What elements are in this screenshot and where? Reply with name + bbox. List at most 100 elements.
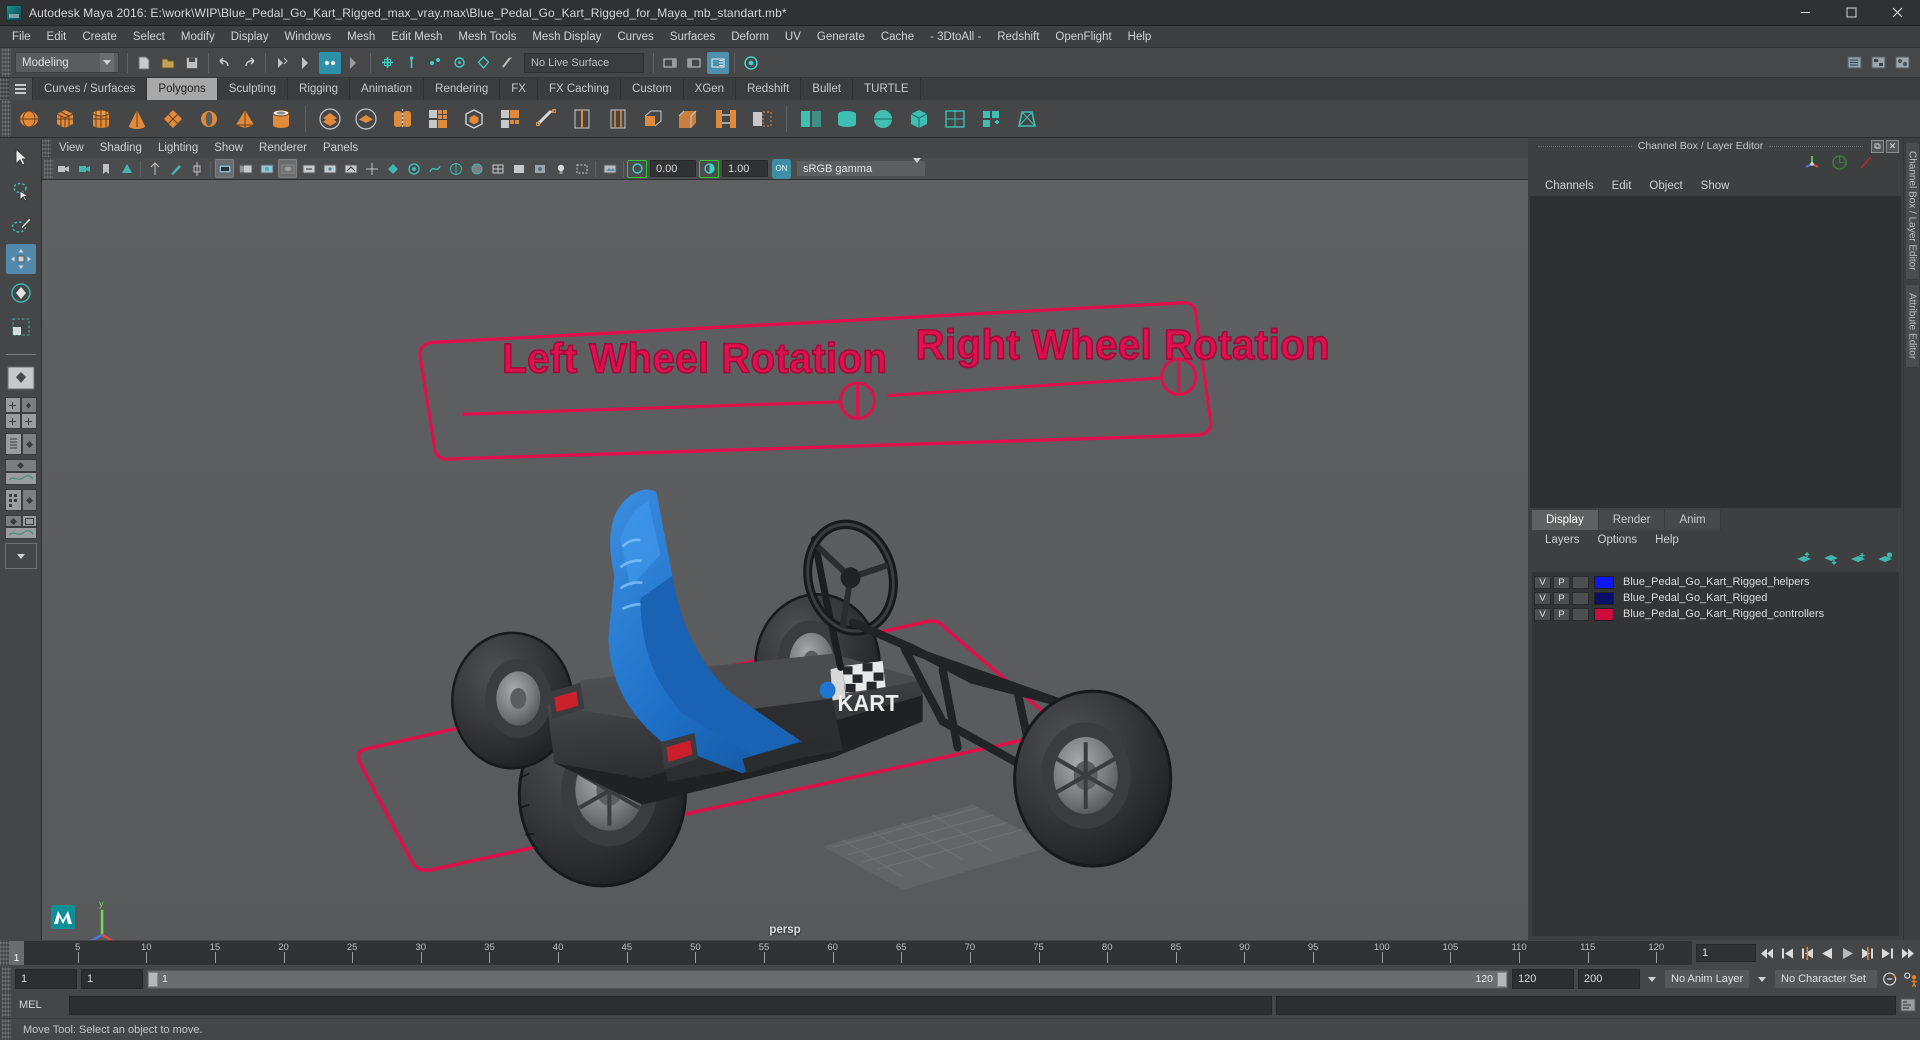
gamma-lock-icon[interactable]: [699, 159, 719, 178]
minimize-button[interactable]: [1782, 0, 1828, 25]
uv-editor-icon[interactable]: [939, 103, 971, 135]
paint-selection-tool-button[interactable]: [6, 210, 36, 240]
more-layouts-button[interactable]: [4, 543, 37, 569]
range-start-handle[interactable]: [148, 971, 158, 987]
select-by-object-icon[interactable]: [295, 52, 317, 74]
viewport-menu-shading[interactable]: Shading: [92, 140, 150, 156]
smooth-proxy-icon[interactable]: [458, 103, 490, 135]
lasso-tool-button[interactable]: [6, 176, 36, 206]
shelf-tab-turtle[interactable]: TURTLE: [853, 78, 921, 100]
polygon-torus-icon[interactable]: [193, 103, 225, 135]
anim-layer-field[interactable]: No Anim Layer: [1664, 969, 1750, 989]
channel-box-content[interactable]: [1530, 196, 1901, 508]
current-frame-field[interactable]: 1: [1696, 944, 1756, 962]
layer-menu-help[interactable]: Help: [1646, 532, 1688, 548]
layer-visibility-toggle[interactable]: V: [1534, 575, 1551, 589]
gate-mask-icon[interactable]: [236, 159, 255, 178]
menu-cache[interactable]: Cache: [873, 28, 922, 46]
layer-tab-render[interactable]: Render: [1598, 510, 1666, 530]
menu-mesh[interactable]: Mesh: [339, 28, 383, 46]
close-button[interactable]: [1874, 0, 1920, 25]
chevron-down-icon[interactable]: [100, 53, 114, 72]
persp-outliner-graph-layout-button[interactable]: [4, 515, 37, 539]
shelf-tab-fx-caching[interactable]: FX Caching: [537, 78, 622, 100]
channelbox-menu-channels[interactable]: Channels: [1536, 178, 1603, 194]
layer-playback-toggle[interactable]: P: [1553, 575, 1570, 589]
smooth-shade-all-icon[interactable]: [509, 159, 528, 178]
new-scene-icon[interactable]: [133, 52, 155, 74]
current-frame-indicator[interactable]: 1: [9, 941, 24, 965]
menu-select[interactable]: Select: [125, 28, 173, 46]
polygon-pipe-icon[interactable]: [265, 103, 297, 135]
move-manipulator-icon[interactable]: [1804, 154, 1821, 176]
step-back-keyframe-icon[interactable]: [1779, 944, 1796, 962]
polygon-cylinder-icon[interactable]: [85, 103, 117, 135]
uv-automatic-icon[interactable]: [903, 103, 935, 135]
show-hide-channel-box-icon[interactable]: [707, 51, 729, 74]
xray-active-components-icon[interactable]: [320, 159, 339, 178]
two-d-pan-zoom-icon[interactable]: [145, 159, 164, 178]
wireframe-only-icon[interactable]: [488, 159, 507, 178]
step-back-frame-icon[interactable]: [1799, 944, 1816, 962]
close-panel-icon[interactable]: ✕: [1886, 139, 1899, 153]
outliner-icon[interactable]: [1843, 52, 1865, 74]
shelf-tab-animation[interactable]: Animation: [350, 78, 425, 100]
render-view-icon[interactable]: [740, 52, 762, 74]
snap-to-curve-icon[interactable]: [400, 52, 422, 74]
shelf-tab-xgen[interactable]: XGen: [683, 78, 737, 100]
layout-panel-cell[interactable]: [21, 515, 37, 527]
lighting-all-icon[interactable]: [383, 159, 402, 178]
isolate-select-icon[interactable]: [572, 159, 591, 178]
chevron-down-icon[interactable]: [913, 157, 921, 175]
node-editor-icon[interactable]: [1867, 52, 1889, 74]
layer-display-type-toggle[interactable]: [1572, 607, 1589, 621]
shelf-drag-handle[interactable]: [0, 78, 9, 100]
menu-3dtoall[interactable]: - 3DtoAll -: [922, 28, 989, 46]
shelf-tab-fx[interactable]: FX: [500, 78, 538, 100]
image-plane-icon[interactable]: [117, 159, 136, 178]
textured-icon[interactable]: [530, 159, 549, 178]
exposure-field[interactable]: 0.00: [650, 160, 696, 177]
motion-blur-icon[interactable]: [425, 159, 444, 178]
menu-edit[interactable]: Edit: [39, 28, 75, 46]
layer-display-type-toggle[interactable]: [1572, 591, 1589, 605]
range-end-handle[interactable]: [1497, 971, 1507, 987]
menu-set-selector[interactable]: Modeling: [15, 52, 119, 73]
select-by-hierarchy-icon[interactable]: [271, 52, 293, 74]
uv-cylindrical-icon[interactable]: [831, 103, 863, 135]
layout-persp-cell[interactable]: [21, 433, 37, 455]
single-perspective-layout-button[interactable]: [6, 363, 36, 393]
save-scene-icon[interactable]: [181, 52, 203, 74]
layout-hypershade-cell[interactable]: [4, 489, 22, 511]
snap-to-grid-icon[interactable]: [376, 52, 398, 74]
persp-graph-layout-button[interactable]: [4, 459, 37, 485]
shelf-tab-redshift[interactable]: Redshift: [736, 78, 802, 100]
exposure-reset-icon[interactable]: [341, 159, 360, 178]
layer-color-swatch[interactable]: [1594, 575, 1614, 589]
play-forwards-icon[interactable]: [1839, 944, 1856, 962]
scale-tool-button[interactable]: [6, 312, 36, 342]
move-layer-up-icon[interactable]: [1796, 552, 1812, 570]
step-forward-keyframe-icon[interactable]: [1879, 944, 1896, 962]
layer-name[interactable]: Blue_Pedal_Go_Kart_Rigged: [1623, 592, 1767, 604]
statusline-drag-handle[interactable]: [2, 48, 11, 77]
smooth-icon[interactable]: [422, 103, 454, 135]
layout-quad-cell[interactable]: [20, 397, 37, 413]
anim-layer-dropdown-icon[interactable]: [1644, 969, 1660, 989]
move-layer-down-icon[interactable]: [1823, 552, 1839, 570]
redo-icon[interactable]: [238, 52, 260, 74]
select-mask-icon[interactable]: [343, 52, 365, 74]
uv-planar-icon[interactable]: [795, 103, 827, 135]
append-polygon-icon[interactable]: [746, 103, 778, 135]
command-language-label[interactable]: MEL: [11, 999, 69, 1011]
help-line-drag-handle[interactable]: [2, 1019, 11, 1040]
gamma-field[interactable]: 1.00: [722, 160, 768, 177]
viewport-menu-panels[interactable]: Panels: [315, 140, 366, 156]
shelf-tab-bullet[interactable]: Bullet: [801, 78, 854, 100]
maximize-button[interactable]: [1828, 0, 1874, 25]
viewport-menu-renderer[interactable]: Renderer: [251, 140, 315, 156]
polygon-pyramid-icon[interactable]: [229, 103, 261, 135]
animation-start-time-field[interactable]: 1: [15, 969, 77, 989]
lighting-default-icon[interactable]: [362, 159, 381, 178]
show-manipulator-icon[interactable]: [1858, 154, 1875, 176]
